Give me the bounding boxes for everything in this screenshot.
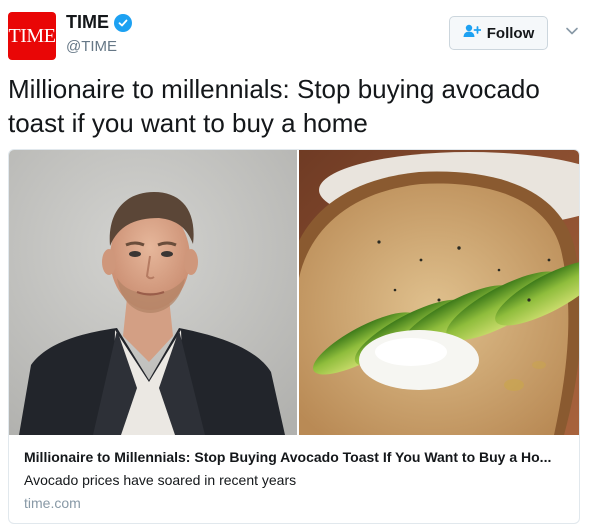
verified-badge-icon bbox=[114, 13, 132, 32]
account-handle[interactable]: @TIME bbox=[66, 38, 132, 55]
follow-label: Follow bbox=[486, 24, 535, 42]
display-name-row: TIME bbox=[66, 12, 132, 33]
add-user-icon bbox=[463, 24, 482, 43]
card-image-portrait bbox=[9, 150, 297, 435]
card-description: Avocado prices have soared in recent yea… bbox=[24, 472, 297, 488]
follow-button[interactable]: Follow bbox=[449, 16, 548, 50]
display-name[interactable]: TIME bbox=[66, 12, 109, 33]
card-image-avocado-toast bbox=[299, 150, 579, 435]
tweet-text: Millionaire to millennials: Stop buying … bbox=[8, 74, 540, 138]
card-image-collage[interactable] bbox=[9, 150, 579, 435]
card-domain: time.com bbox=[24, 495, 81, 511]
avatar-logo-text: TIME bbox=[8, 24, 56, 47]
avatar[interactable]: TIME bbox=[8, 12, 56, 60]
account-names[interactable]: TIME @TIME bbox=[66, 12, 132, 55]
card-body[interactable]: Millionaire to Millennials: Stop Buying … bbox=[9, 435, 579, 523]
card-title[interactable]: Millionaire to Millennials: Stop Buying … bbox=[24, 449, 569, 465]
tweet: TIME TIME @TIME Follow Millionaire to mi… bbox=[0, 0, 600, 531]
link-card[interactable]: Millionaire to Millennials: Stop Buying … bbox=[8, 149, 580, 524]
chevron-down-icon[interactable] bbox=[565, 24, 579, 38]
